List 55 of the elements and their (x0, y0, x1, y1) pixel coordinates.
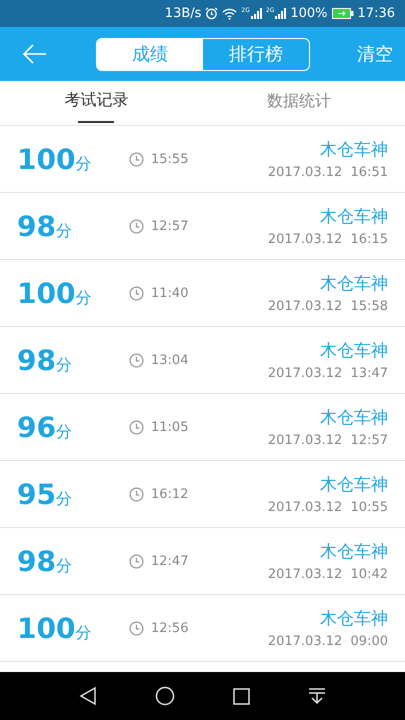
duration: 13:04 (151, 352, 188, 368)
recents-nav-button[interactable] (233, 688, 250, 704)
clock-icon (129, 420, 144, 434)
alarm-icon (205, 7, 218, 20)
duration: 12:47 (151, 554, 188, 568)
score: 100分 (17, 276, 92, 310)
battery-icon (332, 8, 354, 19)
clear-button[interactable]: 清空 (357, 42, 393, 66)
clock-icon (129, 554, 144, 568)
exam-date: 2017.03.12 16:15 (268, 232, 388, 247)
clock-time: 17:36 (358, 6, 395, 21)
score: 98分 (17, 344, 73, 376)
exam-date: 2017.03.12 16:51 (268, 165, 388, 180)
user-name: 木仓车神 (320, 206, 388, 228)
clock-icon (129, 352, 144, 368)
clock-icon (129, 286, 144, 300)
segment-tab[interactable]: 成绩 (97, 38, 203, 70)
user-name: 木仓车神 (320, 474, 388, 496)
exam-date: 2017.03.12 10:55 (268, 500, 388, 515)
duration: 15:55 (151, 152, 188, 166)
duration: 12:56 (151, 620, 188, 636)
clock-icon (129, 486, 144, 502)
user-name: 木仓车神 (320, 340, 388, 362)
score: 96分 (17, 410, 73, 444)
user-name: 木仓车神 (320, 541, 388, 563)
score: 98分 (17, 544, 73, 578)
score: 100分 (17, 142, 92, 176)
battery-percent: 100% (290, 6, 328, 21)
duration: 11:05 (151, 420, 188, 434)
exam-date: 2017.03.12 12:57 (268, 433, 388, 448)
user-name: 木仓车神 (320, 608, 388, 630)
duration: 11:40 (151, 286, 188, 300)
exam-date: 2017.03.12 09:00 (268, 634, 388, 649)
user-name: 木仓车神 (320, 273, 388, 295)
back-nav-button[interactable] (79, 686, 97, 706)
clock-icon (129, 218, 144, 234)
signal-icon (250, 8, 262, 19)
notification-nav-button[interactable] (308, 687, 326, 705)
duration: 16:12 (151, 486, 188, 502)
score: 95分 (17, 478, 73, 510)
score: 98分 (17, 210, 73, 242)
exam-date: 2017.03.12 13:47 (268, 366, 388, 381)
clock-icon (129, 152, 144, 166)
signal-icon (275, 8, 286, 19)
exam-date: 2017.03.12 10:42 (268, 567, 388, 582)
wifi-icon (222, 8, 238, 20)
segment-tab[interactable]: 排行榜 (203, 38, 309, 70)
network-speed: 13B/s (164, 6, 202, 21)
user-name: 木仓车神 (320, 139, 388, 161)
duration: 12:57 (151, 218, 188, 234)
clock-icon (129, 620, 144, 636)
home-nav-button[interactable] (155, 686, 175, 706)
exam-date: 2017.03.12 15:58 (268, 299, 388, 314)
user-name: 木仓车神 (320, 407, 388, 429)
score: 100分 (17, 612, 92, 644)
